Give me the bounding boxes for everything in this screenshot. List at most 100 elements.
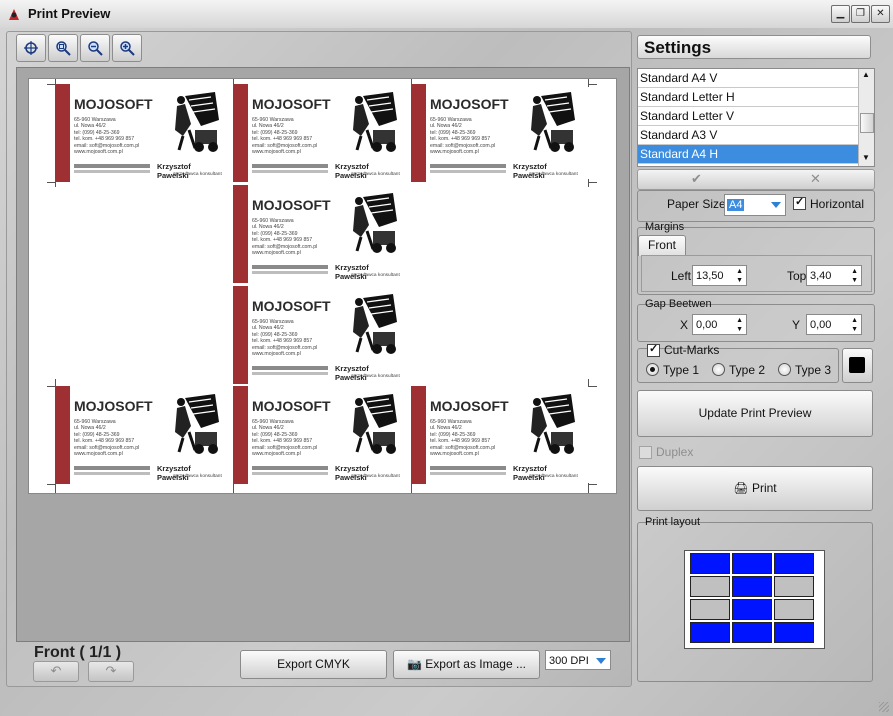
- cut-mark: [55, 79, 56, 87]
- layout-cell: [690, 576, 730, 597]
- layout-cell: [732, 553, 772, 574]
- spin-down-icon[interactable]: ▼: [736, 326, 743, 333]
- duplex-checkbox[interactable]: [639, 446, 652, 459]
- cut-mark: [47, 182, 55, 183]
- cutmark-type1-radio[interactable]: [646, 363, 659, 376]
- top-margin-input[interactable]: 3,40 ▲ ▼: [806, 265, 862, 286]
- business-card: MOJOSOFT 65-960 Warszawa ul. Nowa 46/2 te…: [55, 386, 222, 484]
- spin-down-icon[interactable]: ▼: [736, 277, 743, 284]
- card-role: sprzedawca konsultant: [173, 474, 222, 479]
- tab-front-label: Front: [647, 238, 676, 252]
- update-preview-button[interactable]: Update Print Preview: [637, 390, 873, 437]
- layout-cell: [690, 553, 730, 574]
- scroll-up-icon[interactable]: ▲: [860, 70, 872, 82]
- card-company: MOJOSOFT: [252, 298, 331, 314]
- worker-illustration: [175, 394, 219, 454]
- paper-size-label: Paper Size: [667, 197, 726, 211]
- format-list-item[interactable]: Standard Letter V: [638, 107, 874, 126]
- preview-canvas[interactable]: MOJOSOFT 65-960 Warszawa ul. Nowa 46/2 te…: [16, 67, 630, 642]
- list-scrollbar[interactable]: ▲ ▼: [858, 69, 874, 166]
- confirm-check-icon[interactable]: ✔: [691, 171, 702, 187]
- gap-y-label: Y: [792, 318, 801, 332]
- zoom-out-button[interactable]: [80, 34, 110, 62]
- cutmark-type1-label: Type 1: [663, 363, 700, 377]
- card-company: MOJOSOFT: [430, 96, 509, 112]
- top-margin-label: Top: [787, 269, 807, 283]
- resize-grip[interactable]: [879, 702, 889, 712]
- card-address: 65-960 Warszawa ul. Nowa 46/2 tel: (099)…: [252, 117, 318, 156]
- spin-down-icon[interactable]: ▼: [851, 277, 858, 284]
- layout-cell: [774, 576, 814, 597]
- zoom-fit-button[interactable]: [16, 34, 46, 62]
- card-stripe: [55, 84, 70, 182]
- close-icon: ✕: [876, 8, 885, 19]
- gap-y-input[interactable]: 0,00 ▲ ▼: [806, 314, 862, 335]
- next-page-button[interactable]: ↷: [88, 661, 134, 682]
- scroll-thumb[interactable]: [860, 113, 874, 133]
- spin-down-icon[interactable]: ▼: [851, 326, 858, 333]
- minimize-button[interactable]: ▁: [831, 5, 850, 23]
- cut-mark: [411, 483, 412, 493]
- card-address: 65-960 Warszawa ul. Nowa 46/2 tel: (099)…: [430, 117, 496, 156]
- spin-up-icon[interactable]: ▲: [736, 268, 743, 275]
- card-person: Krzysztof Pawelski: [335, 263, 369, 281]
- spin-up-icon[interactable]: ▲: [851, 268, 858, 275]
- card-person: Krzysztof Pawelski: [157, 464, 191, 482]
- cut-mark: [589, 84, 597, 85]
- spin-up-icon[interactable]: ▲: [736, 317, 743, 324]
- worker-illustration: [531, 92, 575, 152]
- export-image-button[interactable]: 📷 Export as Image ...: [393, 650, 540, 679]
- zoom-page-button[interactable]: [48, 34, 78, 62]
- format-list-item[interactable]: Standard A4 V: [638, 69, 874, 88]
- gap-x-input[interactable]: 0,00 ▲ ▼: [692, 314, 747, 335]
- business-card: MOJOSOFT 65-960 Warszawa ul. Nowa 46/2 te…: [233, 84, 400, 182]
- cutmark-color-button[interactable]: [842, 348, 873, 383]
- cancel-x-icon[interactable]: ✕: [810, 171, 821, 187]
- cut-mark: [588, 179, 589, 187]
- paper-size-select[interactable]: A4: [724, 194, 786, 216]
- left-margin-input[interactable]: 13,50 ▲ ▼: [692, 265, 747, 286]
- top-margin-value: 3,40: [810, 270, 832, 282]
- cut-mark: [589, 484, 597, 485]
- card-gray-stripe: [252, 466, 328, 470]
- undo-arrow-icon: ↶: [50, 663, 62, 678]
- card-light-stripe: [252, 472, 328, 475]
- redo-arrow-icon: ↷: [105, 663, 117, 678]
- card-gray-stripe: [252, 265, 328, 269]
- gap-title: Gap Beetwen: [645, 298, 712, 310]
- card-role: sprzedawca konsultant: [351, 374, 400, 379]
- zoom-in-icon: [120, 41, 135, 56]
- card-gray-stripe: [430, 466, 506, 470]
- worker-illustration: [353, 294, 397, 354]
- format-list-items: Standard A4 V Standard Letter H Standard L…: [638, 69, 874, 164]
- color-swatch: [849, 357, 865, 373]
- card-stripe: [233, 286, 248, 384]
- worker-illustration: [531, 394, 575, 454]
- horizontal-checkbox[interactable]: ✓: [793, 196, 806, 210]
- cutmark-type3-radio[interactable]: [778, 363, 791, 376]
- tab-front[interactable]: Front: [638, 235, 686, 256]
- card-address: 65-960 Warszawa ul. Nowa 46/2 tel: (099)…: [430, 419, 496, 458]
- format-list-item[interactable]: Standard A3 V: [638, 126, 874, 145]
- restore-button[interactable]: ❐: [851, 5, 870, 23]
- close-button[interactable]: ✕: [871, 5, 890, 23]
- zoom-page-icon: [56, 41, 71, 56]
- scroll-down-icon[interactable]: ▼: [860, 153, 872, 165]
- zoom-in-button[interactable]: [112, 34, 142, 62]
- paper-format-list[interactable]: Standard A4 V Standard Letter H Standard L…: [637, 68, 875, 167]
- minimize-icon: ▁: [836, 8, 845, 19]
- layout-cell: [774, 622, 814, 643]
- cutmark-type2-radio[interactable]: [712, 363, 725, 376]
- dpi-select[interactable]: 300 DPI: [545, 650, 611, 670]
- card-light-stripe: [252, 271, 328, 274]
- format-list-item[interactable]: Standard A4 H: [638, 145, 874, 164]
- spin-up-icon[interactable]: ▲: [851, 317, 858, 324]
- format-list-item[interactable]: Standard Letter H: [638, 88, 874, 107]
- prev-page-button[interactable]: ↶: [33, 661, 79, 682]
- card-role: sprzedawca konsultant: [351, 172, 400, 177]
- business-card: MOJOSOFT 65-960 Warszawa ul. Nowa 46/2 te…: [233, 286, 400, 384]
- print-button[interactable]: 🖨 Print: [637, 466, 873, 511]
- card-person: Krzysztof Pawelski: [335, 464, 369, 482]
- cutmarks-checkbox[interactable]: ✓: [647, 343, 660, 357]
- export-cmyk-button[interactable]: Export CMYK: [240, 650, 387, 679]
